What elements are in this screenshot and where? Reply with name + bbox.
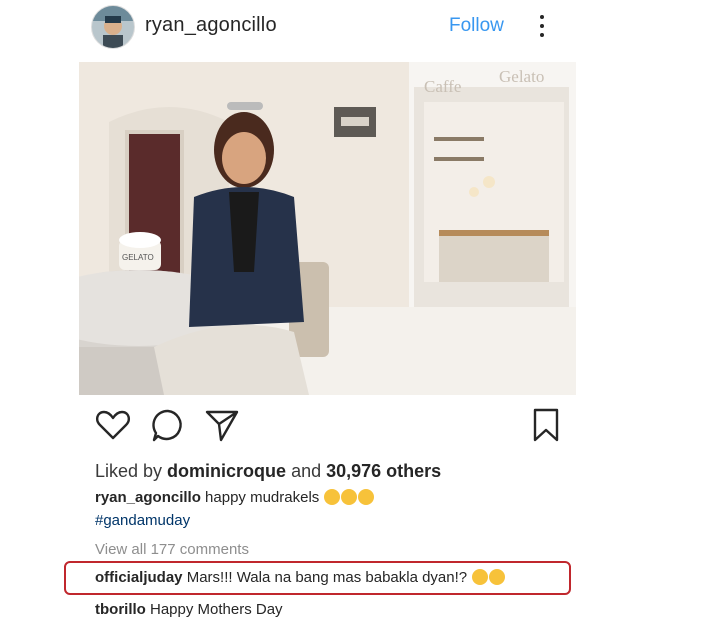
avatar[interactable] <box>91 5 135 49</box>
share-icon[interactable] <box>203 405 241 445</box>
more-options-icon[interactable] <box>531 10 553 44</box>
comment-icon[interactable] <box>149 405 187 445</box>
comment-user[interactable]: tborillo <box>95 601 146 618</box>
laughing-emoji-icon <box>472 569 489 585</box>
comment-text: Happy Mothers Day <box>145 601 283 618</box>
post-header: ryan_agoncillo Follow <box>0 0 707 54</box>
avatar-image <box>92 6 134 48</box>
heart-eyes-emoji-icon <box>324 489 341 505</box>
caption-hashtag[interactable]: #gandamuday <box>95 512 190 529</box>
bookmark-icon[interactable] <box>527 405 565 445</box>
comment-user[interactable]: officialjuday <box>95 569 183 586</box>
laughing-emoji-icon <box>489 569 506 585</box>
likes-middle: and <box>286 461 327 481</box>
post-actions <box>0 405 707 451</box>
post-username[interactable]: ryan_agoncillo <box>145 14 277 37</box>
comment-row: tborillo Happy Mothers Day <box>95 601 283 618</box>
photo-illustration: Caffe Gelato GELATO <box>79 62 576 395</box>
cup-label: GELATO <box>122 253 154 262</box>
likes-user[interactable]: dominicroque <box>167 461 286 481</box>
likes-count[interactable]: 30,976 others <box>326 461 441 481</box>
follow-button[interactable]: Follow <box>449 15 504 37</box>
likes-summary[interactable]: Liked by dominicroque and 30,976 others <box>95 461 441 482</box>
like-heart-icon[interactable] <box>94 405 132 445</box>
post-caption: ryan_agoncillo happy mudrakels <box>95 489 375 506</box>
heart-eyes-emoji-icon <box>341 489 358 505</box>
post-photo[interactable]: Caffe Gelato GELATO <box>79 62 576 395</box>
caption-text: happy mudrakels <box>200 489 320 506</box>
comment-row: officialjuday Mars!!! Wala na bang mas b… <box>95 569 506 586</box>
caption-user[interactable]: ryan_agoncillo <box>95 489 201 506</box>
heart-eyes-emoji-icon <box>358 489 375 505</box>
comment-text: Mars!!! Wala na bang mas babakla dyan!? <box>182 569 468 586</box>
view-all-comments-link[interactable]: View all 177 comments <box>95 541 249 558</box>
likes-prefix: Liked by <box>95 461 168 481</box>
caffe-sign: Caffe <box>424 77 461 96</box>
gelato-sign: Gelato <box>499 67 544 86</box>
